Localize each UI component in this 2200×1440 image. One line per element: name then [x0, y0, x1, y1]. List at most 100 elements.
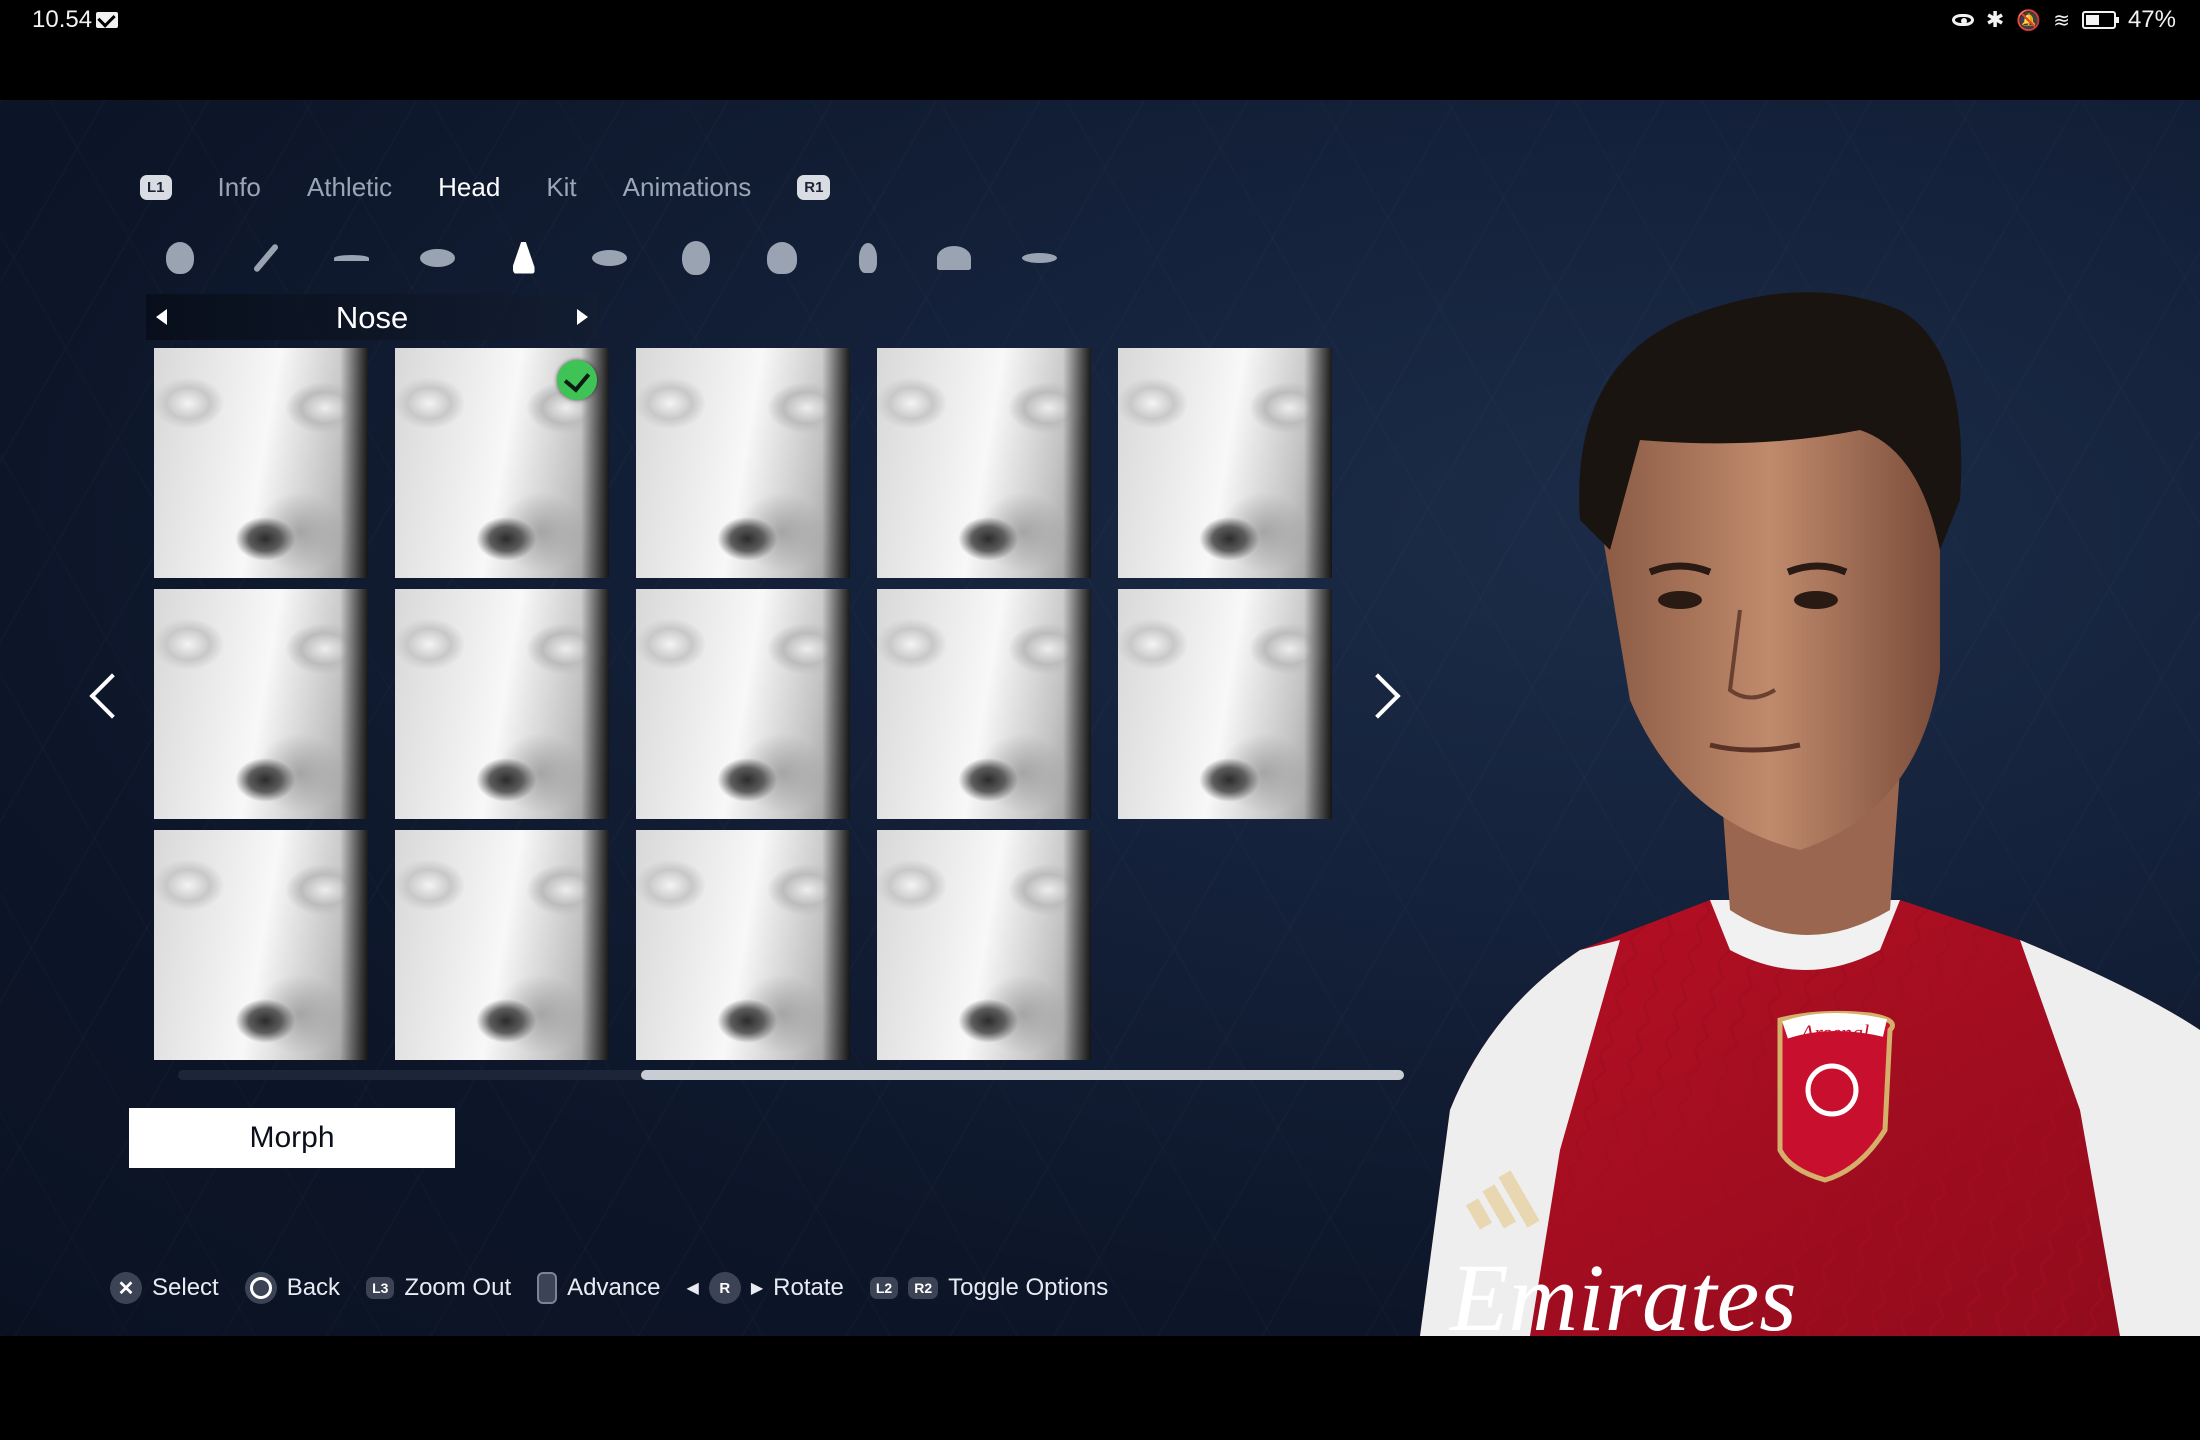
clock: 10.54 — [32, 6, 93, 33]
chevron-left-icon[interactable] — [89, 673, 135, 719]
battery-percent: 47% — [2127, 6, 2176, 33]
svg-text:Arsenal: Arsenal — [1799, 1020, 1869, 1045]
r2-trigger-icon: R2 — [908, 1277, 939, 1299]
circle-button-icon — [244, 1272, 277, 1304]
hint-toggle-options-label: Toggle Options — [948, 1274, 1109, 1301]
nose-preset-thumbnail[interactable] — [395, 589, 609, 819]
player-preview[interactable]: Arsenal Emirates — [1380, 250, 2200, 1336]
nose-preview-image — [636, 830, 850, 1060]
morph-button[interactable]: Morph — [129, 1108, 455, 1168]
hint-rotate-label: Rotate — [773, 1274, 844, 1301]
wifi-icon: ≋ — [2053, 9, 2070, 32]
jaw-icon[interactable] — [764, 240, 799, 275]
tab-kit[interactable]: Kit — [546, 172, 576, 203]
thumbnail-shade — [1063, 589, 1091, 819]
mute-icon: 🔕 — [2016, 9, 2042, 32]
nose-preset-thumbnail[interactable] — [636, 348, 850, 578]
nose-preset-thumbnail[interactable] — [154, 589, 368, 819]
selected-check-icon — [557, 360, 597, 400]
nose-preset-thumbnail[interactable] — [154, 830, 368, 1060]
head-category-icons — [162, 240, 1057, 275]
thumbnail-shade — [822, 589, 850, 819]
rotate-right-arrow-icon: ▶ — [750, 1280, 764, 1297]
eyebrow-icon[interactable] — [334, 240, 369, 275]
hint-toggle-options[interactable]: L2 R2 Toggle Options — [869, 1274, 1109, 1302]
nose-preset-thumbnail[interactable] — [154, 348, 368, 578]
l1-bumper-badge[interactable]: L1 — [140, 175, 172, 200]
status-bar: 10.54 ✱ 🔕 ≋ 47% — [0, 0, 2200, 100]
tab-head[interactable]: Head — [438, 172, 500, 203]
nose-preset-thumbnail[interactable] — [877, 348, 1091, 578]
eye-icon[interactable] — [420, 240, 455, 275]
hint-back-label: Back — [286, 1274, 341, 1301]
l3-stick-icon: L3 — [366, 1277, 395, 1299]
device-bottom-bar — [0, 1336, 2200, 1440]
nose-preview-image — [636, 589, 850, 819]
triangle-right-icon[interactable] — [577, 309, 588, 325]
nose-preset-thumbnail[interactable] — [1118, 348, 1332, 578]
mail-icon — [96, 12, 118, 28]
left-eye — [1658, 591, 1702, 609]
hint-zoom-out-label: Zoom Out — [404, 1274, 512, 1301]
moustache-icon[interactable] — [1022, 240, 1057, 275]
hint-select-label: Select — [152, 1274, 219, 1301]
grid-scrollbar[interactable] — [178, 1070, 1404, 1080]
nose-preset-thumbnail[interactable] — [395, 830, 609, 1060]
nose-preview-image — [395, 830, 609, 1060]
sponsor-text: Emirates — [1448, 1244, 1797, 1336]
head-shape-icon[interactable] — [162, 240, 197, 275]
tab-animations[interactable]: Animations — [623, 172, 752, 203]
nose-preset-thumbnail[interactable] — [636, 830, 850, 1060]
r1-bumper-badge[interactable]: R1 — [797, 175, 831, 200]
nose-preview-image — [877, 348, 1091, 578]
nose-selector[interactable]: Nose — [146, 294, 598, 340]
tab-info[interactable]: Info — [218, 172, 261, 203]
hint-select[interactable]: Select — [110, 1272, 219, 1304]
thumbnail-shade — [1304, 589, 1332, 819]
nose-preset-thumbnail[interactable] — [1118, 589, 1332, 819]
hint-advance-label: Advance — [567, 1274, 661, 1301]
nose-icon[interactable] — [506, 240, 541, 275]
hint-zoom-out[interactable]: L3 Zoom Out — [366, 1274, 511, 1302]
thumbnail-shade — [1063, 348, 1091, 578]
lips-icon[interactable] — [592, 240, 627, 275]
nose-preview-image — [636, 348, 850, 578]
status-icons: ✱ 🔕 ≋ 47% — [1951, 6, 2176, 34]
nose-preview-image — [154, 348, 368, 578]
thumbnail-shade — [340, 348, 368, 578]
thumbnail-shade — [340, 589, 368, 819]
thumbnail-shade — [1063, 830, 1091, 1060]
nose-preview-image — [877, 830, 1091, 1060]
nose-preset-thumbnail[interactable] — [877, 589, 1091, 819]
hint-rotate[interactable]: ◀ R ▶ Rotate — [687, 1272, 844, 1304]
hint-back[interactable]: Back — [244, 1272, 341, 1304]
hair-icon[interactable] — [936, 240, 971, 275]
battery-icon — [2081, 11, 2119, 29]
nose-preset-grid — [154, 348, 1332, 1060]
nose-preview-image — [154, 589, 368, 819]
rotate-left-arrow-icon: ◀ — [686, 1280, 699, 1297]
scrollbar-thumb[interactable] — [641, 1070, 1404, 1080]
tab-bar: L1 Info Athletic Head Kit Animations R1 — [140, 172, 831, 203]
ear-icon[interactable] — [850, 240, 885, 275]
thumbnail-shade — [581, 589, 609, 819]
tab-athletic[interactable]: Athletic — [307, 172, 392, 203]
nose-preview-image — [877, 589, 1091, 819]
hint-advance[interactable]: Advance — [537, 1272, 661, 1304]
thumbnail-shade — [581, 830, 609, 1060]
thumbnail-shade — [1304, 348, 1332, 578]
eye-comfort-icon — [1951, 14, 1974, 26]
nose-preset-thumbnail[interactable] — [877, 830, 1091, 1060]
bluetooth-icon: ✱ — [1985, 7, 2005, 32]
nose-preview-image — [1118, 348, 1332, 578]
chin-icon[interactable] — [678, 240, 713, 275]
thumbnail-shade — [822, 830, 850, 1060]
l2-trigger-icon: L2 — [869, 1277, 899, 1299]
nose-preset-thumbnail[interactable] — [636, 589, 850, 819]
nose-preview-image — [154, 830, 368, 1060]
nose-preset-thumbnail[interactable] — [395, 348, 609, 578]
player-editor-screen: L1 Info Athletic Head Kit Animations R1 … — [0, 100, 2200, 1336]
thumbnail-shade — [822, 348, 850, 578]
brush-icon[interactable] — [248, 240, 283, 275]
cross-button-icon — [110, 1272, 142, 1304]
